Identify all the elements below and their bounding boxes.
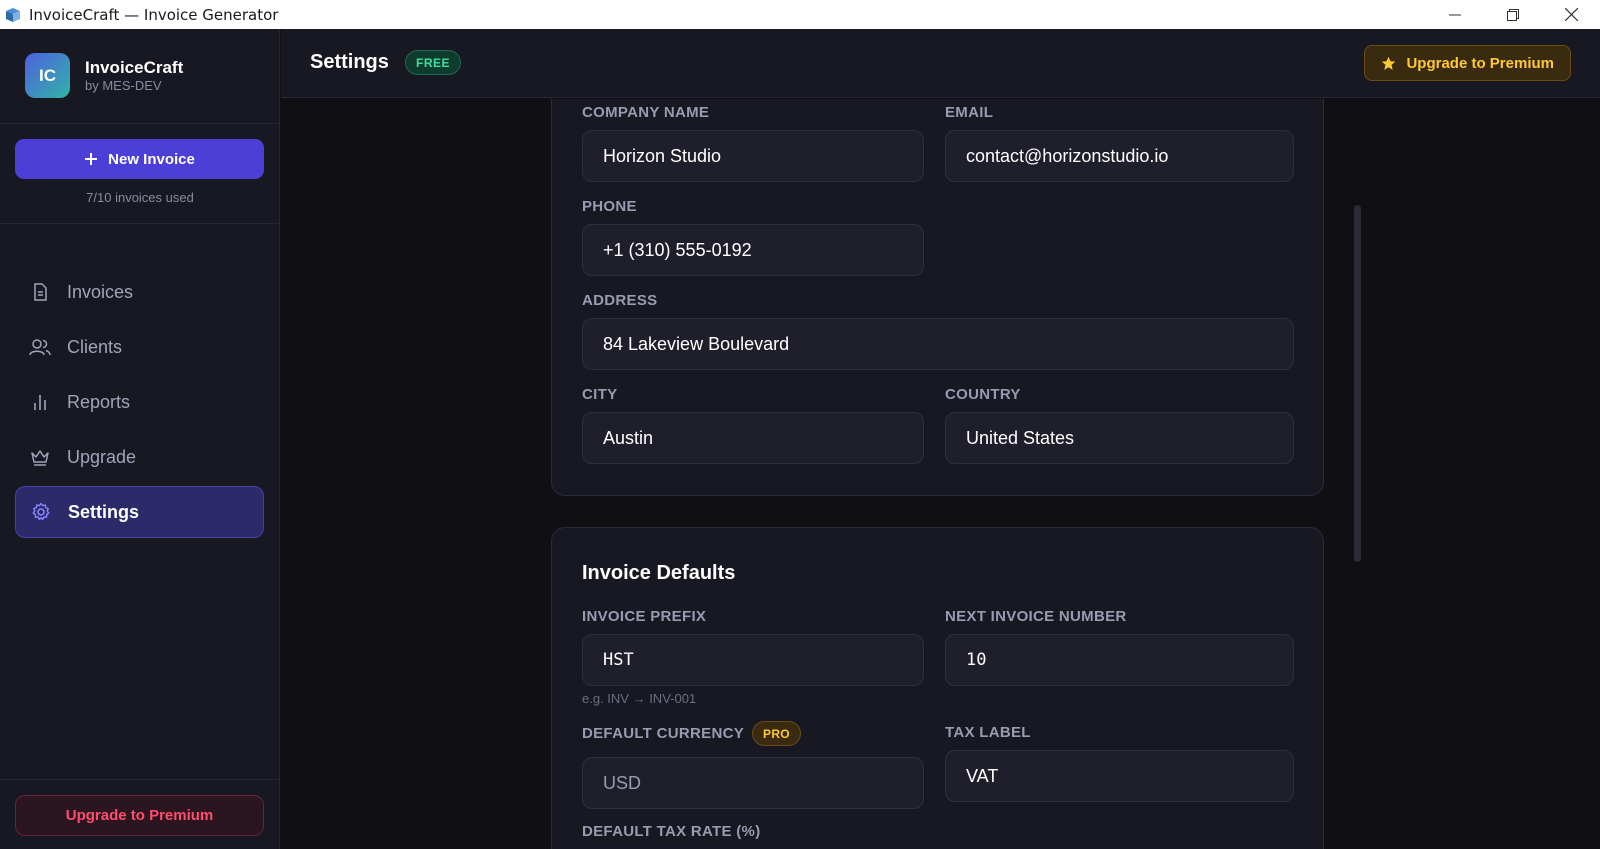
- sidebar-item-label: Clients: [67, 336, 123, 357]
- address-input[interactable]: 84 Lakeview Boulevard: [582, 318, 1294, 370]
- star-icon: [1382, 56, 1396, 70]
- divider: [0, 123, 280, 124]
- crown-icon: [28, 445, 52, 469]
- phone-label: PHONE: [582, 198, 637, 215]
- divider: [0, 223, 280, 224]
- company-name-label: COMPANY NAME: [582, 104, 710, 121]
- sidebar-item-settings[interactable]: Settings: [15, 486, 264, 538]
- invoice-prefix-hint: e.g. INV → INV-001: [582, 691, 697, 706]
- usage-text: 7/10 invoices used: [86, 190, 194, 205]
- page-title: Settings: [310, 51, 389, 73]
- users-icon: [28, 335, 52, 359]
- default-currency-label-row: DEFAULT CURRENCY PRO: [582, 721, 801, 746]
- phone-input[interactable]: +1 (310) 555-0192: [582, 224, 924, 276]
- scrollbar[interactable]: [1354, 205, 1361, 562]
- brand-name: InvoiceCraft: [85, 57, 184, 77]
- sidebar-item-upgrade[interactable]: Upgrade: [15, 431, 264, 483]
- sidebar-item-label: Upgrade: [67, 446, 137, 467]
- company-name-input[interactable]: Horizon Studio: [582, 130, 924, 182]
- invoice-prefix-label: INVOICE PREFIX: [582, 608, 707, 625]
- invoice-prefix-input[interactable]: HST: [582, 634, 924, 686]
- restore-button[interactable]: [1484, 0, 1542, 29]
- invoice-defaults-card: Invoice Defaults INVOICE PREFIX HST e.g.…: [551, 527, 1324, 849]
- city-label: CITY: [582, 386, 618, 403]
- city-input[interactable]: Austin: [582, 412, 924, 464]
- country-input[interactable]: United States: [945, 412, 1294, 464]
- upgrade-label: Upgrade to Premium: [1406, 54, 1554, 72]
- default-currency-select[interactable]: USD: [582, 757, 924, 809]
- brand: IC InvoiceCraft by MES-DEV: [25, 53, 183, 98]
- sidebar-item-reports[interactable]: Reports: [15, 376, 264, 428]
- sidebar-item-clients[interactable]: Clients: [15, 321, 264, 373]
- minimize-icon: [1449, 14, 1461, 15]
- sidebar-nav: Invoices Clients Reports Upgrade Setting…: [15, 266, 264, 541]
- next-invoice-number-label: NEXT INVOICE NUMBER: [945, 608, 1127, 625]
- sidebar: IC InvoiceCraft by MES-DEV New Invoice 7…: [0, 29, 280, 849]
- sidebar-item-label: Invoices: [67, 281, 134, 302]
- next-invoice-number-input[interactable]: 10: [945, 634, 1294, 686]
- restore-icon: [1507, 8, 1519, 21]
- new-invoice-label: New Invoice: [108, 150, 195, 168]
- upgrade-premium-header-button[interactable]: Upgrade to Premium: [1364, 45, 1571, 81]
- section-title: Invoice Defaults: [582, 562, 736, 584]
- app-icon: [6, 7, 20, 22]
- close-icon: [1564, 8, 1578, 21]
- document-icon: [28, 280, 52, 304]
- bar-chart-icon: [28, 390, 52, 414]
- settings-content: COMPANY NAME Horizon Studio EMAIL contac…: [281, 99, 1600, 849]
- window-titlebar: InvoiceCraft — Invoice Generator: [0, 0, 1600, 29]
- gear-icon: [29, 500, 53, 524]
- email-input[interactable]: contact@horizonstudio.io: [945, 130, 1294, 182]
- default-tax-rate-label: DEFAULT TAX RATE (%): [582, 823, 761, 840]
- app-logo: IC: [25, 53, 70, 98]
- default-currency-label: DEFAULT CURRENCY: [582, 725, 745, 742]
- plus-icon: [85, 153, 98, 165]
- minimize-button[interactable]: [1426, 0, 1484, 29]
- brand-sub: by MES-DEV: [85, 77, 162, 93]
- plan-badge: FREE: [405, 50, 462, 75]
- email-label: EMAIL: [945, 104, 994, 121]
- sidebar-item-label: Settings: [68, 501, 140, 522]
- page-header: Settings FREE Upgrade to Premium: [281, 29, 1600, 98]
- company-info-card: COMPANY NAME Horizon Studio EMAIL contac…: [551, 99, 1324, 496]
- close-button[interactable]: [1542, 0, 1600, 29]
- window-title: InvoiceCraft — Invoice Generator: [29, 5, 279, 24]
- pro-badge: PRO: [752, 721, 801, 746]
- sidebar-item-invoices[interactable]: Invoices: [15, 266, 264, 318]
- upgrade-premium-sidebar-button[interactable]: Upgrade to Premium: [15, 795, 264, 836]
- sidebar-item-label: Reports: [67, 391, 131, 412]
- divider: [0, 779, 280, 780]
- country-label: COUNTRY: [945, 386, 1021, 403]
- new-invoice-button[interactable]: New Invoice: [15, 139, 264, 179]
- address-label: ADDRESS: [582, 292, 658, 309]
- tax-label-label: TAX LABEL: [945, 724, 1031, 741]
- tax-label-input[interactable]: VAT: [945, 750, 1294, 802]
